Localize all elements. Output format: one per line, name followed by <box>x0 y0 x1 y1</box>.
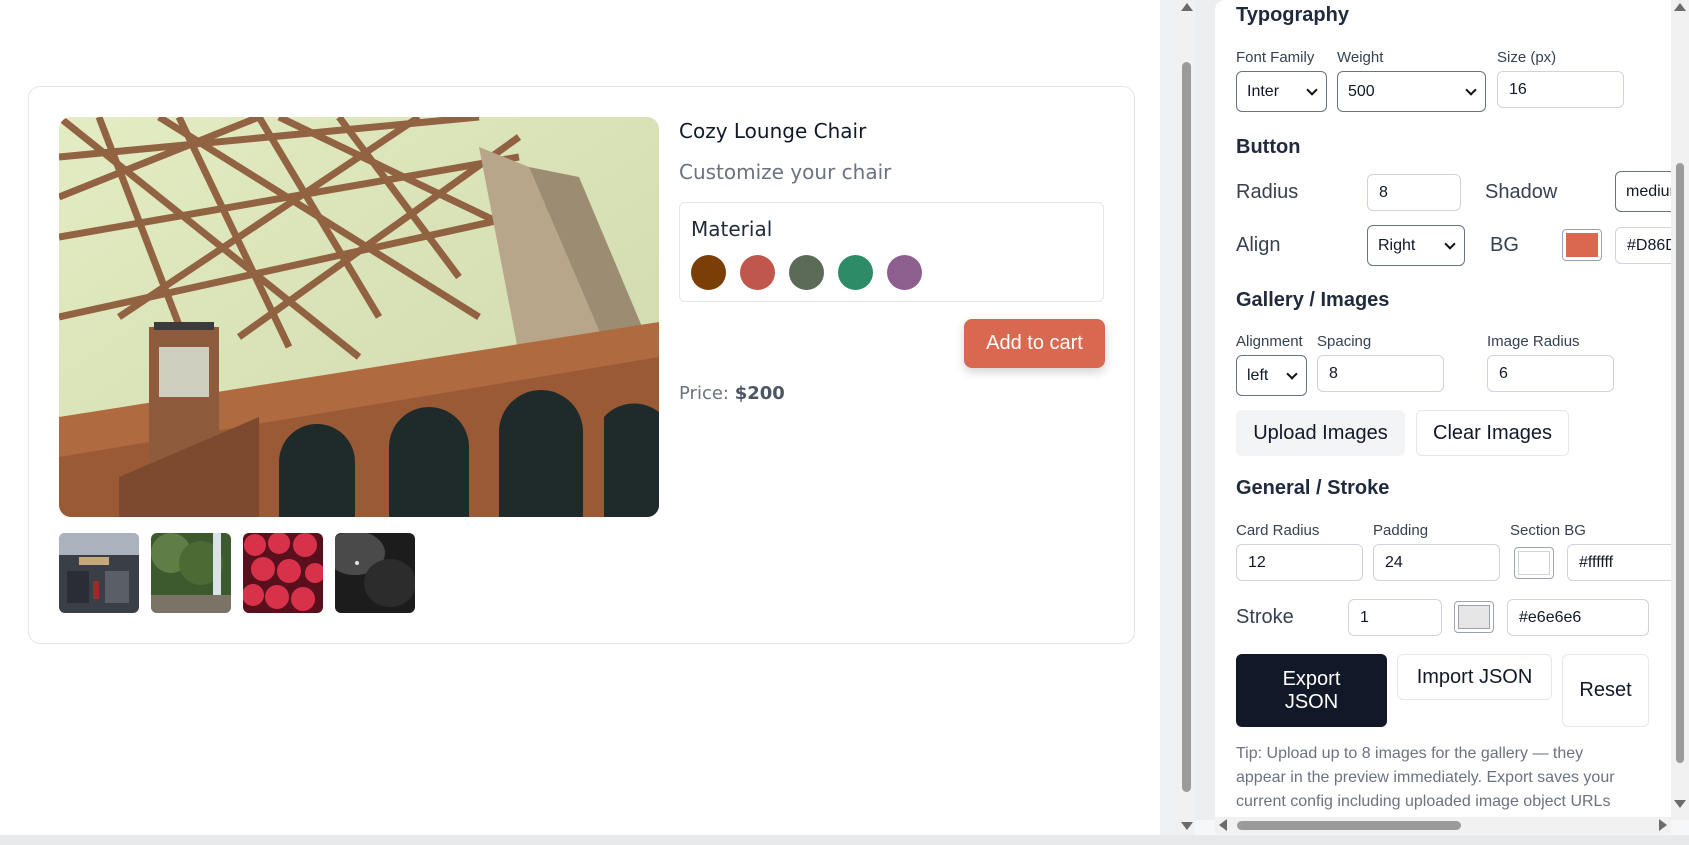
button-radius-input[interactable]: 8 <box>1367 174 1461 211</box>
material-swatch[interactable] <box>838 255 873 290</box>
section-bg-hex-input[interactable]: #ffffff <box>1567 544 1671 581</box>
material-swatch[interactable] <box>789 255 824 290</box>
scroll-up-icon[interactable] <box>1181 3 1193 11</box>
stroke-width-input[interactable]: 1 <box>1348 599 1442 636</box>
color-swatch <box>1458 605 1490 629</box>
gallery-alignment-select[interactable]: left <box>1236 355 1307 396</box>
image-radius-input[interactable]: 6 <box>1487 355 1614 392</box>
material-swatch[interactable] <box>740 255 775 290</box>
spacing-label: Spacing <box>1317 333 1372 350</box>
gallery-heading: Gallery / Images <box>1236 289 1390 311</box>
panel-horizontal-scrollbar[interactable] <box>1215 817 1671 834</box>
bg-label: BG <box>1490 234 1519 256</box>
scroll-up-icon[interactable] <box>1674 3 1686 11</box>
font-family-value: Inter <box>1247 82 1280 100</box>
window-bottom-edge <box>0 835 1689 845</box>
chevron-down-icon <box>1465 83 1477 96</box>
add-to-cart-button[interactable]: Add to cart <box>964 319 1105 368</box>
stroke-label: Stroke <box>1236 606 1294 628</box>
section-bg-color-picker[interactable] <box>1514 547 1554 579</box>
price-label: Price: <box>679 383 729 404</box>
shadow-value: medium <box>1626 182 1671 200</box>
scroll-down-icon[interactable] <box>1181 822 1193 830</box>
control-panel-content: Typography Font Family Inter Weight 500 … <box>1215 0 1671 820</box>
shadow-select[interactable]: medium <box>1615 171 1671 212</box>
thumbnail-strip <box>59 533 415 613</box>
color-swatch <box>1518 551 1550 575</box>
gallery-spacing-input[interactable]: 8 <box>1317 355 1444 392</box>
scroll-down-icon[interactable] <box>1674 800 1686 808</box>
panel-hscroll-thumb[interactable] <box>1237 821 1461 830</box>
import-json-button[interactable]: Import JSON <box>1397 654 1552 700</box>
align-label: Align <box>1236 234 1281 256</box>
thumbnail-waterfall[interactable] <box>151 533 231 613</box>
preview-pane: Cozy Lounge Chair Customize your chair M… <box>0 0 1160 835</box>
product-subtitle: Customize your chair <box>679 160 892 184</box>
tip-text: Tip: Upload up to 8 images for the galle… <box>1236 745 1615 810</box>
padding-label: Padding <box>1373 522 1429 539</box>
preview-scroll-thumb[interactable] <box>1182 62 1191 792</box>
chevron-down-icon <box>1286 367 1298 380</box>
material-swatch[interactable] <box>691 255 726 290</box>
align-select[interactable]: Right <box>1367 225 1465 266</box>
shadow-label: Shadow <box>1485 181 1558 203</box>
button-heading: Button <box>1236 136 1301 158</box>
padding-input[interactable]: 24 <box>1373 544 1500 581</box>
button-bg-hex-input[interactable]: #D86D4F <box>1615 227 1671 264</box>
weight-value: 500 <box>1348 82 1375 100</box>
radius-label: Radius <box>1236 181 1299 203</box>
align-value: Right <box>1378 236 1416 254</box>
chevron-down-icon <box>1306 83 1318 96</box>
image-radius-label: Image Radius <box>1487 333 1580 350</box>
price-value: $200 <box>734 383 785 404</box>
material-label: Material <box>691 217 773 241</box>
size-input[interactable]: 16 <box>1497 71 1624 108</box>
button-bg-color-picker[interactable] <box>1562 229 1602 261</box>
material-swatch[interactable] <box>887 255 922 290</box>
stroke-hex-input[interactable]: #e6e6e6 <box>1507 599 1649 636</box>
product-card: Cozy Lounge Chair Customize your chair M… <box>28 86 1135 644</box>
clear-images-button[interactable]: Clear Images <box>1416 410 1569 456</box>
chevron-down-icon <box>1444 237 1456 250</box>
weight-select[interactable]: 500 <box>1337 71 1486 112</box>
scroll-left-icon[interactable] <box>1219 819 1227 831</box>
price: Price: $200 <box>679 383 785 404</box>
font-family-select[interactable]: Inter <box>1236 71 1327 112</box>
thumbnail-strawberries[interactable] <box>243 533 323 613</box>
panel-scroll-thumb[interactable] <box>1676 163 1684 763</box>
weight-label: Weight <box>1337 49 1384 66</box>
pane-divider <box>1160 0 1178 835</box>
typography-heading: Typography <box>1236 4 1349 26</box>
product-title: Cozy Lounge Chair <box>679 119 867 143</box>
alignment-value: left <box>1247 366 1269 384</box>
scroll-right-icon[interactable] <box>1659 819 1667 831</box>
material-swatches <box>691 255 922 290</box>
thumbnail-dark-abstract[interactable] <box>335 533 415 613</box>
general-stroke-heading: General / Stroke <box>1236 477 1390 499</box>
card-radius-label: Card Radius <box>1236 522 1320 539</box>
control-panel: Typography Font Family Inter Weight 500 … <box>1195 0 1671 820</box>
stroke-color-picker[interactable] <box>1454 601 1494 633</box>
color-swatch <box>1566 233 1598 257</box>
material-selector: Material <box>679 202 1104 302</box>
upload-images-button[interactable]: Upload Images <box>1236 410 1405 456</box>
card-radius-input[interactable]: 12 <box>1236 544 1363 581</box>
size-label: Size (px) <box>1497 49 1557 66</box>
font-family-label: Font Family <box>1236 49 1315 66</box>
preview-scrollbar[interactable] <box>1178 0 1195 835</box>
reset-button[interactable]: Reset <box>1562 654 1649 727</box>
export-json-button[interactable]: Export JSON <box>1236 654 1387 727</box>
section-bg-label: Section BG <box>1510 522 1586 539</box>
thumbnail-storefront[interactable] <box>59 533 139 613</box>
panel-vertical-scrollbar[interactable] <box>1671 0 1689 820</box>
alignment-label: Alignment <box>1236 333 1303 350</box>
bridge-photo <box>59 117 659 517</box>
main-product-image[interactable] <box>59 117 659 517</box>
